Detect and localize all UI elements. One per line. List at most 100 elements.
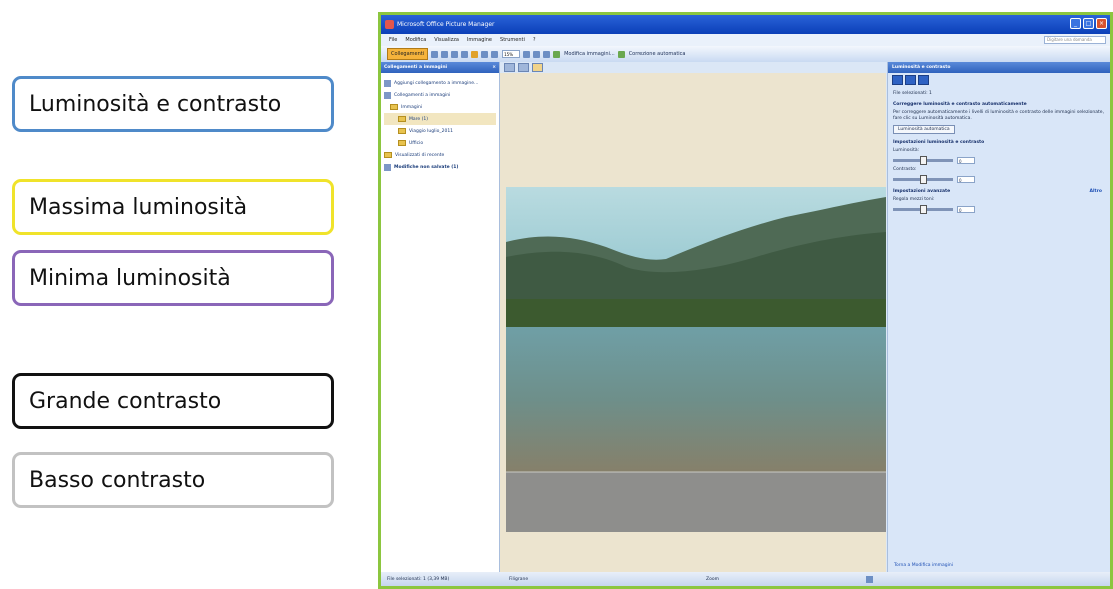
tree-item-label: Visualizzati di recente: [395, 152, 445, 158]
title-bar: Microsoft Office Picture Manager _ □ ×: [381, 15, 1110, 34]
task-pane-nav: [888, 73, 1110, 87]
pane-close-icon[interactable]: ×: [492, 65, 496, 70]
menu-strumenti[interactable]: Strumenti: [500, 37, 525, 43]
brightness-slider[interactable]: [893, 156, 953, 165]
tree-item-label: Collegamenti a immagini: [394, 92, 451, 98]
minimize-button[interactable]: _: [1070, 18, 1081, 29]
callout-grande-contrasto: Grande contrasto: [12, 373, 334, 429]
tree-item-collegamenti[interactable]: Collegamenti a immagini: [384, 89, 496, 101]
tree-item-mare[interactable]: Mare (1): [384, 113, 496, 125]
auto-section-title: Correggere luminosità e contrasto automa…: [893, 102, 1027, 107]
shortcuts-pane: Collegamenti a immagini × Aggiungi colle…: [381, 62, 500, 572]
zoom-fit-icon[interactable]: [866, 575, 873, 583]
midtone-slider[interactable]: [893, 205, 953, 214]
settings-section-title: Impostazioni luminosità e contrasto: [893, 140, 985, 145]
unsaved-icon: [384, 163, 391, 171]
tree-item-label: Modifiche non salvate (1): [394, 164, 459, 170]
task-pane-header: Luminosità e contrasto: [888, 62, 1110, 73]
app-icon: [385, 20, 394, 29]
add-shortcut-icon: [384, 79, 391, 87]
add-shortcut-label: Aggiungi collegamento a immagine...: [394, 80, 479, 86]
task-pane-title: Luminosità e contrasto: [892, 65, 951, 70]
home-icon[interactable]: [918, 75, 929, 85]
back-icon[interactable]: [892, 75, 903, 85]
tree-item-label: Ufficio: [409, 140, 424, 146]
zoom-icon[interactable]: [523, 50, 531, 58]
add-shortcut-link[interactable]: Aggiungi collegamento a immagine...: [384, 77, 496, 89]
thumbnail-view-icon[interactable]: [441, 50, 449, 58]
picture-icon[interactable]: [471, 50, 479, 58]
tab-thumbnail-view[interactable]: [504, 63, 515, 72]
undo-icon[interactable]: [481, 50, 489, 58]
brightness-slider-thumb[interactable]: [920, 156, 927, 165]
folder-icon: [390, 104, 398, 110]
status-bar: File selezionati: 1 (3,39 MB) Filigrane …: [381, 572, 1110, 586]
brightness-contrast-pane: Luminosità e contrasto File selezionati:…: [887, 62, 1110, 572]
contrast-label: Contrasto:: [893, 167, 917, 172]
shortcuts-icon: [384, 91, 391, 99]
callout-luminosita-contrasto: Luminosità e contrasto: [12, 76, 334, 132]
callout-basso-contrasto: Basso contrasto: [12, 452, 334, 508]
back-to-edit-link[interactable]: Torna a Modifica immagini: [894, 563, 953, 568]
files-selected-label: File selezionati: 1: [893, 91, 932, 96]
tree-item-recenti[interactable]: Visualizzati di recente: [384, 149, 496, 161]
tree-item-label: Immagini: [401, 104, 423, 110]
contrast-value-input[interactable]: 0: [957, 176, 975, 183]
midtone-slider-thumb[interactable]: [920, 205, 927, 214]
advanced-section-title: Impostazioni avanzate Altro: [893, 189, 1105, 194]
midtone-label: Regola mezzi toni:: [893, 197, 935, 202]
maximize-button[interactable]: □: [1083, 18, 1094, 29]
menu-visualizza[interactable]: Visualizza: [434, 37, 459, 43]
open-icon[interactable]: [431, 50, 439, 58]
advanced-title-text: Impostazioni avanzate: [893, 189, 951, 194]
forward-icon[interactable]: [905, 75, 916, 85]
picture-manager-window: Microsoft Office Picture Manager _ □ × F…: [378, 12, 1113, 589]
shortcuts-button[interactable]: Collegamenti: [387, 48, 429, 60]
auto-correct-button[interactable]: Correzione automatica: [629, 51, 686, 57]
rotate-right-icon[interactable]: [543, 50, 551, 58]
landscape-photo-image: [506, 187, 886, 532]
shortcuts-pane-header: Collegamenti a immagini ×: [381, 62, 499, 73]
advanced-more-link[interactable]: Altro: [1090, 189, 1103, 194]
tab-filmstrip-view[interactable]: [518, 63, 529, 72]
status-selected: File selezionati: 1 (3,39 MB): [387, 576, 450, 582]
callout-massima-luminosita: Massima luminosità: [12, 179, 334, 235]
menu-file[interactable]: File: [389, 37, 397, 43]
tree-item-viaggio[interactable]: Viaggio luglio_2011: [384, 125, 496, 137]
edit-pictures-button[interactable]: Modifica immagini...: [564, 51, 615, 57]
tree-item-label: Mare (1): [409, 116, 428, 122]
tree-item-ufficio[interactable]: Ufficio: [384, 137, 496, 149]
tree-item-immagini[interactable]: Immagini: [384, 101, 496, 113]
filmstrip-toggle[interactable]: Filigrane: [509, 577, 528, 582]
landscape-photo: [506, 187, 886, 532]
contrast-slider[interactable]: [893, 175, 953, 184]
filmstrip-view-icon[interactable]: [451, 50, 459, 58]
brightness-value-input[interactable]: 0: [957, 157, 975, 164]
brightness-label: Luminosità:: [893, 148, 920, 153]
folder-icon: [398, 140, 406, 146]
redo-icon[interactable]: [491, 50, 499, 58]
help-search-input[interactable]: Digitare una domanda: [1044, 36, 1106, 44]
single-view-icon[interactable]: [461, 50, 469, 58]
auto-correct-icon: [617, 50, 625, 58]
zoom-select[interactable]: 15%: [502, 50, 521, 58]
close-button[interactable]: ×: [1096, 18, 1107, 29]
shortcuts-pane-title: Collegamenti a immagini: [384, 65, 448, 70]
auto-section-text: Per correggere automaticamente i livelli…: [893, 110, 1105, 121]
folder-icon: [384, 152, 392, 158]
midtone-value-input[interactable]: 0: [957, 206, 975, 213]
rotate-left-icon[interactable]: [533, 50, 541, 58]
menu-modifica[interactable]: Modifica: [405, 37, 426, 43]
auto-brightness-button[interactable]: Luminosità automatica: [893, 125, 955, 134]
status-zoom-label: Zoom: [706, 576, 719, 582]
toolbar: Collegamenti 15% Modifica immagini... Co…: [381, 46, 1110, 62]
window-title: Microsoft Office Picture Manager: [397, 21, 495, 28]
menu-help[interactable]: ?: [533, 37, 536, 43]
menu-immagine[interactable]: Immagine: [467, 37, 492, 43]
image-preview-area: [500, 62, 886, 572]
tab-single-view[interactable]: [532, 63, 543, 72]
view-tabs: [500, 62, 886, 73]
tree-item-label: Viaggio luglio_2011: [409, 128, 454, 134]
tree-item-non-salvate[interactable]: Modifiche non salvate (1): [384, 161, 496, 173]
contrast-slider-thumb[interactable]: [920, 175, 927, 184]
